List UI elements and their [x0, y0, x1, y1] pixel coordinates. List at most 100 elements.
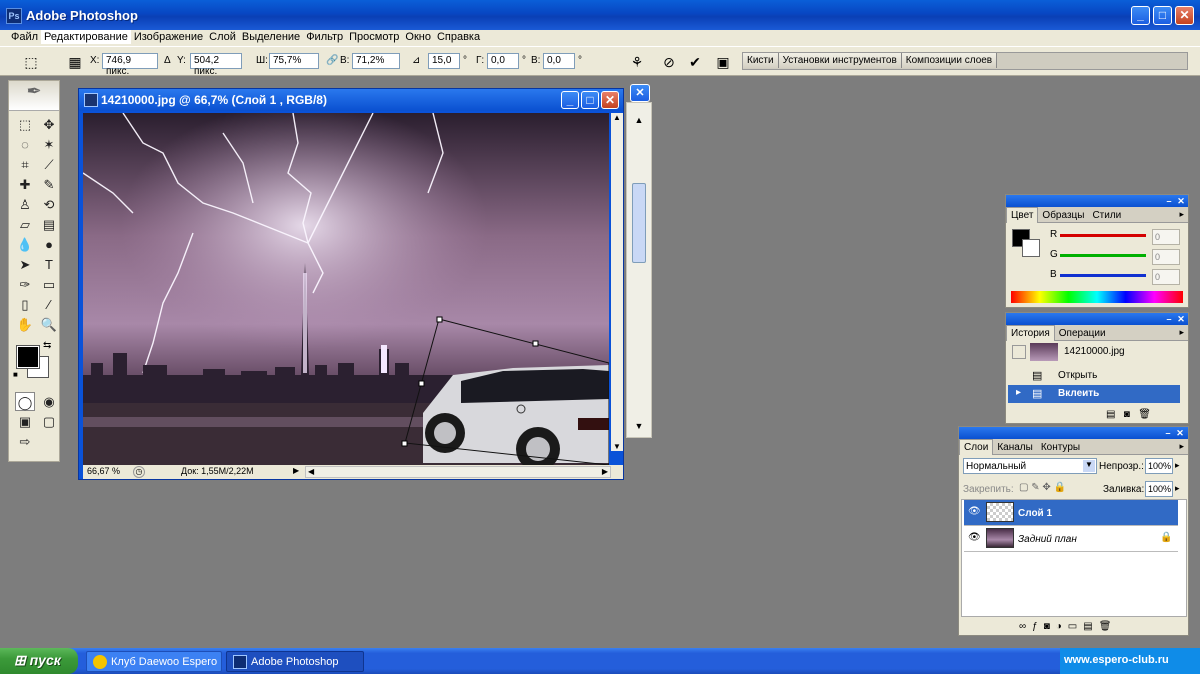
color-ramp[interactable] [1011, 291, 1183, 303]
menu-view[interactable]: Просмотр [346, 30, 402, 44]
opacity-field[interactable]: 100% [1145, 458, 1173, 474]
color-palette-close[interactable]: ✕ [1176, 196, 1186, 206]
menu-filter[interactable]: Фильтр [303, 30, 346, 44]
vskew-field[interactable]: 0,0 [543, 53, 575, 69]
document-area-scrollbar[interactable]: ▲ ▼ [626, 102, 652, 438]
height-field[interactable]: 71,2% [352, 53, 400, 69]
close-button[interactable]: ✕ [1175, 6, 1194, 25]
color-palette-menu-icon[interactable]: ▸ [1175, 207, 1188, 222]
menu-image[interactable]: Изображение [131, 30, 206, 44]
quick-mask-mode-icon[interactable]: ◉ [39, 392, 59, 411]
zoom-tool-icon[interactable]: 🔍 [39, 315, 59, 334]
history-palette-minimize[interactable]: – [1164, 314, 1174, 324]
tab-styles[interactable]: Стили [1088, 208, 1125, 223]
menu-select[interactable]: Выделение [239, 30, 303, 44]
blend-mode-select[interactable]: Нормальный ▼ [963, 458, 1097, 474]
red-value[interactable]: 0 [1152, 229, 1180, 245]
type-tool-icon[interactable]: T [39, 255, 59, 274]
width-field[interactable]: 75,7% [269, 53, 319, 69]
image-canvas[interactable] [83, 113, 609, 465]
history-palette-menu-icon[interactable]: ▸ [1175, 325, 1188, 340]
default-colors-icon[interactable]: ■ [13, 370, 18, 379]
eyedropper-tool-icon[interactable]: ⁄ [39, 295, 59, 314]
foreground-color-swatch[interactable] [16, 345, 40, 369]
hand-tool-icon[interactable]: ✋ [15, 315, 35, 334]
tab-actions[interactable]: Операции [1055, 326, 1110, 341]
color-palette-minimize[interactable]: – [1164, 196, 1174, 206]
history-state-open[interactable]: ▤ Открыть [1008, 367, 1180, 385]
minimize-button[interactable]: _ [1131, 6, 1150, 25]
pen-tool-icon[interactable]: ✑ [15, 275, 35, 294]
lasso-tool-icon[interactable]: ◌ [15, 135, 35, 154]
status-menu-icon[interactable]: ◷ [133, 466, 145, 478]
adjustment-layer-icon[interactable]: ◑ [1056, 621, 1068, 632]
angle-field[interactable]: 15,0 [428, 53, 460, 69]
hskew-field[interactable]: 0,0 [487, 53, 519, 69]
cancel-transform-icon[interactable]: ⊘ [660, 53, 678, 71]
blur-tool-icon[interactable]: 💧 [15, 235, 35, 254]
layers-palette-menu-icon[interactable]: ▸ [1175, 439, 1188, 454]
menu-layer[interactable]: Слой [206, 30, 239, 44]
history-snapshot[interactable]: 14210000.jpg [1008, 343, 1180, 361]
fill-field[interactable]: 100% [1145, 481, 1173, 497]
layers-palette-close[interactable]: ✕ [1175, 428, 1185, 438]
blue-value[interactable]: 0 [1152, 269, 1180, 285]
green-slider[interactable]: G [1050, 249, 1146, 260]
transform-tool-icon[interactable]: ⬚ [22, 53, 40, 71]
doc-close-button[interactable]: ✕ [601, 91, 619, 109]
commit-transform-icon[interactable]: ✔ [686, 53, 704, 71]
layer-mask-icon[interactable]: ◙ [1044, 621, 1056, 632]
healing-brush-icon[interactable]: ✚ [15, 175, 35, 194]
slice-tool-icon[interactable]: ⟋ [39, 155, 59, 174]
layer-style-icon[interactable]: ƒ [1032, 621, 1044, 632]
start-button[interactable]: ⊞ пуск [0, 648, 78, 674]
crop-tool-icon[interactable]: ⌗ [15, 155, 35, 174]
document-vertical-scrollbar[interactable]: ▲ ▼ [611, 113, 623, 451]
notes-tool-icon[interactable]: ▯ [15, 295, 35, 314]
history-brush-icon[interactable]: ⟲ [39, 195, 59, 214]
x-field[interactable]: 746,9 пикс. [102, 53, 158, 77]
status-arrow-icon[interactable]: ▶ [293, 466, 299, 475]
taskbar-item-photoshop[interactable]: Adobe Photoshop [226, 651, 364, 672]
tab-paths[interactable]: Контуры [1037, 440, 1084, 455]
y-field[interactable]: 504,2 пикс. [190, 53, 242, 77]
fill-arrow-icon[interactable]: ▸ [1175, 483, 1180, 494]
move-tool-icon[interactable]: ✥ [39, 115, 59, 134]
history-state-paste[interactable]: ▸ ▤ Вклеить [1008, 385, 1180, 403]
link-layers-icon[interactable]: ∞ [1019, 621, 1032, 632]
path-select-icon[interactable]: ➤ [15, 255, 35, 274]
dodge-tool-icon[interactable]: ● [39, 235, 59, 254]
clone-stamp-icon[interactable]: ♙ [15, 195, 35, 214]
snapshot-icon[interactable]: ◙ [1124, 409, 1130, 420]
blue-slider[interactable]: B [1050, 269, 1146, 280]
reference-point-icon[interactable]: ▦ [66, 53, 84, 71]
layer-row-background[interactable]: 👁 Задний план 🔒 [964, 526, 1178, 552]
delta-icon[interactable]: Δ [164, 55, 171, 66]
delete-layer-icon[interactable]: 🗑 [1099, 621, 1118, 632]
tab-swatches[interactable]: Образцы [1038, 208, 1088, 223]
document-area-close-button[interactable]: ✕ [630, 84, 650, 102]
tab-history[interactable]: История [1006, 325, 1055, 341]
visibility-eye-icon[interactable]: 👁 [968, 506, 981, 517]
tab-channels[interactable]: Каналы [993, 440, 1037, 455]
tab-layers[interactable]: Слои [959, 439, 994, 455]
new-layer-icon[interactable]: ▤ [1083, 621, 1098, 632]
menu-edit[interactable]: Редактирование [41, 30, 131, 44]
marquee-tool-icon[interactable]: ⬚ [15, 115, 35, 134]
taskbar-item-browser[interactable]: Клуб Daewoo Espero ... [86, 651, 222, 674]
new-group-icon[interactable]: ▭ [1068, 621, 1083, 632]
swap-colors-icon[interactable]: ⇆ [43, 340, 51, 351]
menu-file[interactable]: Файл [8, 30, 41, 44]
red-slider[interactable]: R [1050, 229, 1146, 240]
layer-row-layer1[interactable]: 👁 Слой 1 [964, 500, 1178, 526]
tab-tool-presets[interactable]: Установки инструментов [778, 53, 902, 68]
file-browser-icon[interactable]: ▣ [714, 53, 732, 71]
new-document-icon[interactable]: ▤ [1106, 409, 1115, 420]
tab-color[interactable]: Цвет [1006, 207, 1039, 223]
full-screen-menu-icon[interactable]: ▢ [39, 412, 59, 431]
gradient-tool-icon[interactable]: ▤ [39, 215, 59, 234]
warp-icon[interactable]: ⚘ [628, 53, 646, 71]
opacity-arrow-icon[interactable]: ▸ [1175, 460, 1180, 471]
visibility-eye-icon[interactable]: 👁 [968, 532, 981, 543]
history-palette-close[interactable]: ✕ [1176, 314, 1186, 324]
